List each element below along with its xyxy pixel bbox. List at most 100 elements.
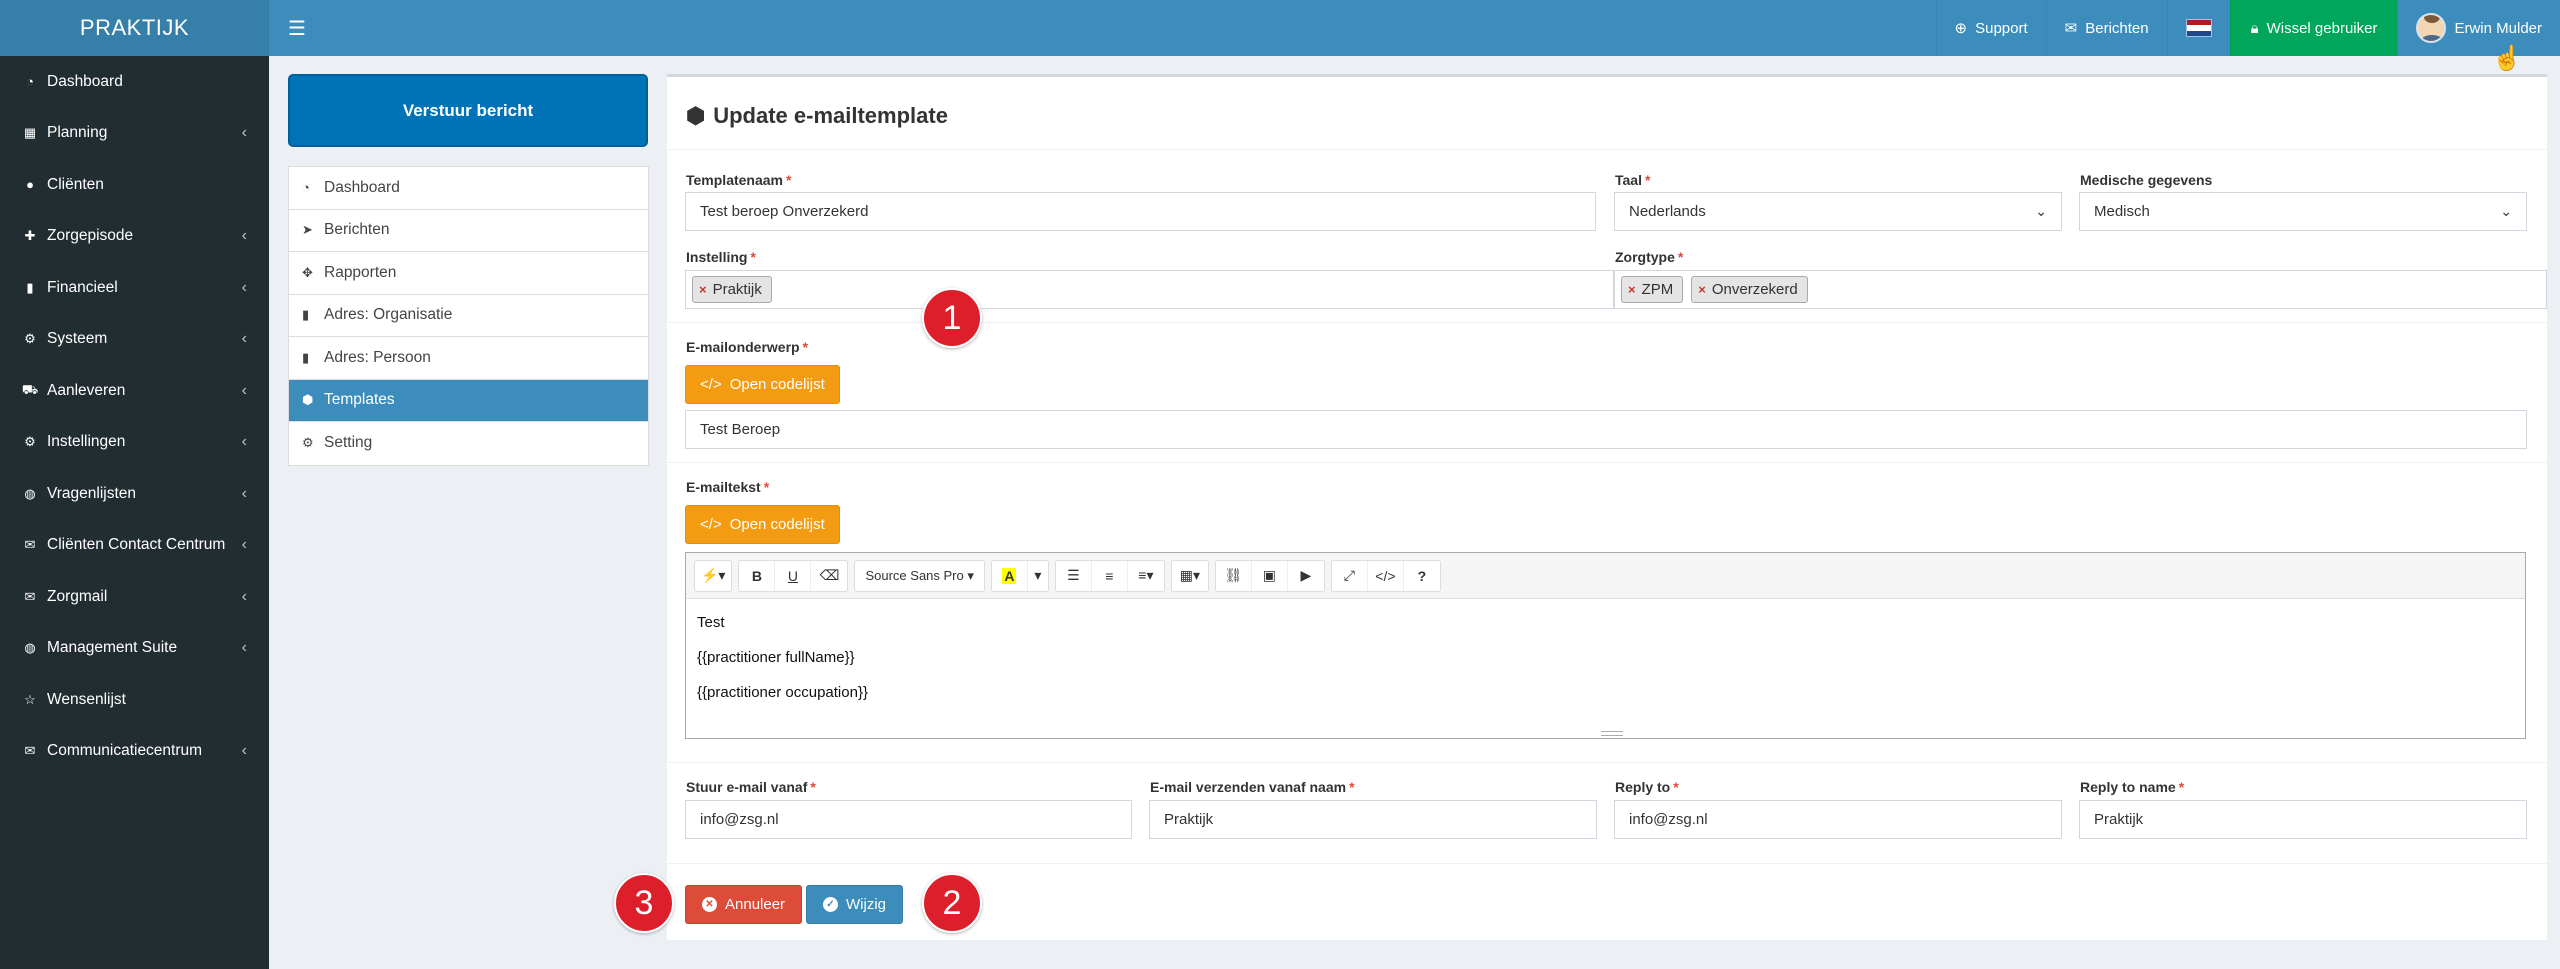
submenu-item-berichten[interactable]: ➤ Berichten [289, 210, 648, 252]
sidebar-item-instellingen[interactable]: ⚙ Instellingen ‹ [0, 417, 269, 469]
bold-icon[interactable]: B [739, 560, 776, 591]
cubes-icon: ⬢ [686, 103, 706, 128]
sidebar-item-management-suite[interactable]: ◍ Management Suite ‹ [0, 623, 269, 675]
submenu-item-adres-persoon[interactable]: ▮ Adres: Persoon [289, 337, 648, 380]
open-codelist-button[interactable]: </> Open codelijst [685, 505, 840, 544]
submenu-item-label: Berichten [324, 221, 390, 239]
remove-tag-icon[interactable]: × [1698, 282, 1706, 297]
remove-tag-icon[interactable]: × [699, 282, 707, 297]
annotation-marker-3: 3 [614, 873, 674, 933]
chevron-left-icon: ‹ [241, 536, 247, 554]
switch-user-label: Wissel gebruiker [2266, 19, 2378, 37]
chevron-left-icon: ‹ [241, 278, 247, 296]
sidebar-item-cliënten-contact-centrum[interactable]: ✉ Cliënten Contact Centrum ‹ [0, 520, 269, 572]
sidebar-item-label: Communicatiecentrum [47, 742, 203, 760]
avatar [2416, 13, 2447, 43]
close-circle-icon: ✕ [702, 897, 717, 912]
save-label: Wijzig [846, 896, 886, 913]
image-icon[interactable]: ▣ [1252, 560, 1288, 591]
editor-resize-handle[interactable] [1601, 731, 1623, 736]
support-label: Support [1975, 19, 2028, 37]
institution-multiselect[interactable]: × Praktijk [685, 270, 1614, 309]
sidebar-item-label: Zorgmail [47, 587, 108, 605]
reply-name-input[interactable]: Praktijk [2079, 800, 2527, 839]
save-button[interactable]: ✓ Wijzig [806, 885, 903, 924]
underline-icon[interactable]: U [775, 560, 812, 591]
ordered-list-icon[interactable]: ≡ [1092, 560, 1128, 591]
editor-content[interactable]: Test {{practitioner fullName}} {{practit… [686, 599, 2525, 716]
chevron-down-icon: ⌄ [2035, 203, 2047, 219]
chevron-left-icon: ‹ [241, 742, 247, 760]
care-type-tag[interactable]: × ZPM [1621, 276, 1684, 303]
from-email-input[interactable]: info@zsg.nl [685, 800, 1132, 839]
support-link[interactable]: ⊕ Support [1935, 0, 2046, 56]
submenu-item-setting[interactable]: ⚙ Setting [289, 422, 648, 465]
link-icon[interactable]: ⛓ [1216, 560, 1252, 591]
language-switcher[interactable] [2166, 0, 2230, 56]
sidebar-item-cliënten[interactable]: ● Cliënten [0, 159, 269, 211]
sidebar-item-vragenlijsten[interactable]: ◍ Vragenlijsten ‹ [0, 468, 269, 520]
switch-user-button[interactable]: 🔒︎ Wissel gebruiker [2229, 0, 2398, 56]
sidebar-item-zorgepisode[interactable]: ✚ Zorgepisode ‹ [0, 211, 269, 263]
divider [667, 462, 2547, 463]
submenu-item-adres-organisatie[interactable]: ▮ Adres: Organisatie [289, 295, 648, 337]
sidebar-item-planning[interactable]: ▦ Planning ‹ [0, 108, 269, 160]
align-icon[interactable]: ≡▾ [1128, 561, 1164, 591]
send-message-button[interactable]: Verstuur bericht [288, 74, 648, 147]
globe-icon: ◍ [24, 640, 36, 656]
calendar-icon: ▦ [23, 125, 37, 141]
chevron-left-icon: ‹ [241, 587, 247, 605]
cancel-button[interactable]: ✕ Annuleer [685, 885, 803, 924]
annotation-marker-1: 1 [922, 288, 982, 348]
code-view-icon[interactable]: </> [1368, 560, 1404, 591]
eraser-icon[interactable]: ⌫ [811, 561, 847, 591]
video-icon[interactable]: ▶ [1288, 561, 1324, 591]
fullscreen-icon[interactable]: ⤢ [1332, 560, 1368, 591]
code-icon: </> [700, 516, 722, 533]
care-type-multiselect[interactable]: × ZPM × Onverzekerd [1614, 270, 2547, 309]
care-type-tag[interactable]: × Onverzekerd [1691, 276, 1808, 303]
sidebar-item-label: Dashboard [47, 72, 123, 90]
submenu-item-rapporten[interactable]: ✥ Rapporten [289, 252, 648, 295]
template-name-input[interactable]: Test beroep Onverzekerd [685, 192, 1596, 231]
open-codelist-button[interactable]: </> Open codelijst [685, 365, 840, 404]
sidebar-item-dashboard[interactable]: ◔ Dashboard [0, 56, 269, 108]
chevron-down-icon[interactable]: ▾ [1028, 561, 1048, 591]
unordered-list-icon[interactable]: ☰ [1056, 560, 1092, 591]
submenu-item-templates[interactable]: ⬢ Templates [289, 379, 648, 422]
institution-tag[interactable]: × Praktijk [692, 276, 772, 303]
remove-tag-icon[interactable]: × [1628, 282, 1636, 297]
hamburger-menu-icon[interactable]: ☰ [269, 0, 325, 56]
chevron-left-icon: ‹ [241, 381, 247, 399]
font-family-select[interactable]: Source Sans Pro ▾ [855, 561, 983, 591]
sidebar-item-systeem[interactable]: ⚙ Systeem ‹ [0, 314, 269, 366]
language-label: Taal * [1615, 172, 1651, 188]
messages-link[interactable]: ✉ Berichten [2045, 0, 2167, 56]
sidebar-item-zorgmail[interactable]: ✉ Zorgmail ‹ [0, 571, 269, 623]
envelope-icon: ✉ [2064, 20, 2078, 37]
divider [667, 863, 2547, 864]
user-menu[interactable]: Erwin Mulder [2397, 0, 2560, 56]
globe-icon: ◍ [24, 485, 36, 501]
sidebar-item-financieel[interactable]: ▮ Financieel ‹ [0, 262, 269, 314]
magic-wand-icon[interactable]: ⚡▾ [695, 561, 731, 591]
template-name-label: Templatenaam * [686, 172, 792, 188]
submenu-item-label: Templates [324, 391, 395, 409]
highlight-color-icon[interactable]: A [992, 560, 1028, 591]
subject-input[interactable]: Test Beroep [685, 410, 2527, 449]
language-select[interactable]: Nederlands ⌄ [1614, 192, 2062, 231]
book-icon: ▮ [302, 349, 310, 365]
sidebar-item-aanleveren[interactable]: ⛟ Aanleveren ‹ [0, 365, 269, 417]
chevron-left-icon: ‹ [241, 330, 247, 348]
reply-to-input[interactable]: info@zsg.nl [1614, 800, 2062, 839]
app-logo[interactable]: PRAKTIJK [0, 0, 269, 56]
from-email-label: Stuur e-mail vanaf * [686, 779, 816, 795]
medical-data-select[interactable]: Medisch ⌄ [2079, 192, 2527, 231]
submenu-item-dashboard[interactable]: ◔ Dashboard [289, 167, 648, 210]
help-icon[interactable]: ? [1404, 561, 1440, 591]
table-icon[interactable]: ▦▾ [1172, 561, 1208, 591]
sidebar-item-wensenlijst[interactable]: ☆ Wensenlijst [0, 674, 269, 726]
sidebar-item-communicatiecentrum[interactable]: ✉ Communicatiecentrum ‹ [0, 726, 269, 778]
from-name-input[interactable]: Praktijk [1149, 800, 1597, 839]
open-codelist-label: Open codelijst [729, 376, 825, 393]
